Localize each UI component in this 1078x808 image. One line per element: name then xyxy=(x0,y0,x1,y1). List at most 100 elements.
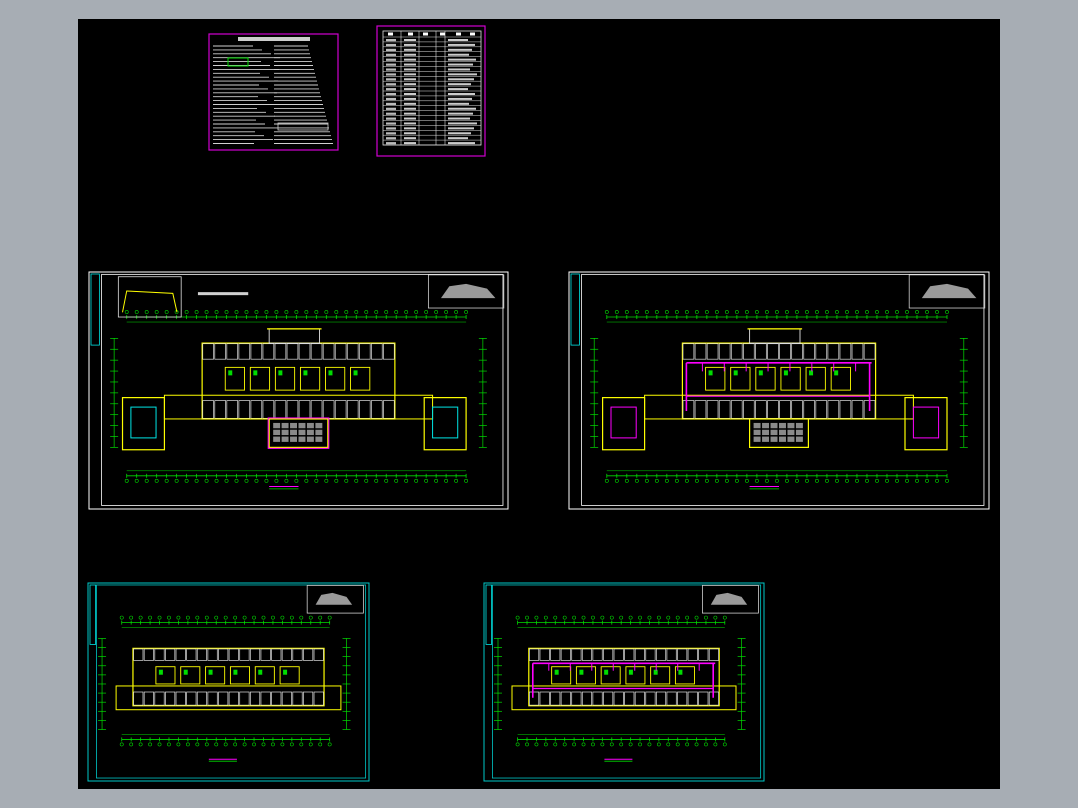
room xyxy=(226,400,239,419)
seat-block xyxy=(273,422,281,429)
grid-bubble xyxy=(274,310,279,314)
grid-bubble xyxy=(628,615,633,620)
room xyxy=(655,648,667,661)
grid-bubble xyxy=(795,478,799,483)
legend-symbol xyxy=(386,102,396,106)
seat-block xyxy=(787,422,795,429)
room xyxy=(154,648,165,661)
legend-text xyxy=(448,97,472,100)
grid-bubble xyxy=(722,742,727,747)
grid-bubble xyxy=(223,742,228,747)
legend-symbol xyxy=(386,63,396,66)
grid-bubble xyxy=(324,478,329,483)
grid-bubble xyxy=(454,310,459,314)
room xyxy=(682,343,695,360)
room xyxy=(592,648,603,661)
room xyxy=(645,648,656,661)
plan-2 xyxy=(568,271,990,510)
room xyxy=(839,400,852,419)
grid-bubble xyxy=(444,310,449,314)
seat-block xyxy=(779,422,786,429)
room xyxy=(634,691,645,706)
building-outline xyxy=(132,647,325,707)
grid-bubble xyxy=(374,310,379,314)
seat-block xyxy=(298,436,306,442)
grid-bubble xyxy=(294,310,299,314)
fixture xyxy=(158,669,163,675)
room xyxy=(371,400,383,419)
room xyxy=(383,400,395,419)
room xyxy=(687,648,698,661)
grid-bubble xyxy=(124,310,129,314)
room xyxy=(767,400,779,419)
room xyxy=(214,343,226,360)
grid-bubble xyxy=(138,615,143,620)
room xyxy=(186,691,197,706)
grid-bubble xyxy=(704,310,709,314)
legend-text xyxy=(404,93,416,95)
pavilion-outer xyxy=(121,397,166,451)
notes-sheet[interactable] xyxy=(208,33,339,151)
grid-bubble xyxy=(154,478,159,483)
fixture xyxy=(579,669,584,675)
room xyxy=(186,648,197,661)
grid-bubble xyxy=(534,742,539,747)
room xyxy=(779,343,791,360)
grid-bubble xyxy=(775,310,779,314)
plan-3 xyxy=(87,582,370,782)
key-plan-icon xyxy=(921,283,977,299)
grid-bubble xyxy=(264,478,269,483)
grid-bubble xyxy=(591,742,595,747)
grid-bubble xyxy=(124,478,129,483)
grid-bubble xyxy=(785,478,789,483)
seat-block xyxy=(281,436,289,442)
room xyxy=(271,691,282,706)
room xyxy=(249,648,261,661)
grid-bubble xyxy=(129,742,134,747)
legend-text xyxy=(448,48,472,51)
room xyxy=(292,691,303,706)
seat-block xyxy=(281,422,289,429)
room xyxy=(214,400,226,419)
room xyxy=(196,648,208,661)
legend-text xyxy=(448,63,473,66)
grid-bubble xyxy=(174,478,179,483)
legend-text xyxy=(448,53,469,56)
building-outline xyxy=(201,342,396,420)
legend-text xyxy=(404,63,416,66)
grid-bubble xyxy=(214,742,219,747)
legend-sheet[interactable] xyxy=(376,25,486,157)
grid-bubble xyxy=(294,478,299,483)
binding-strip xyxy=(570,273,580,346)
room xyxy=(581,691,593,706)
drawing-canvas[interactable] xyxy=(78,19,1000,789)
grid-bubble xyxy=(694,615,699,620)
legend-text xyxy=(448,117,470,120)
grid-bubble xyxy=(855,478,859,483)
building-outline xyxy=(528,647,720,707)
core-room xyxy=(805,366,826,391)
room xyxy=(779,400,791,419)
grid-bubble xyxy=(775,478,779,483)
fixture xyxy=(604,669,609,675)
grid-bubble xyxy=(214,310,219,314)
grid-bubble xyxy=(945,478,949,483)
room xyxy=(718,343,731,360)
core-room xyxy=(674,666,695,685)
legend-text xyxy=(448,122,477,125)
core-room xyxy=(600,666,621,685)
grid-bubble xyxy=(895,478,899,483)
core-room xyxy=(551,666,572,685)
grid-bubble xyxy=(308,615,313,620)
grid-bubble xyxy=(304,310,309,314)
room xyxy=(791,343,803,360)
grid-bubble xyxy=(815,310,819,314)
grid-bubble xyxy=(604,478,609,483)
pavilion-inner xyxy=(610,406,637,439)
room xyxy=(827,400,840,419)
room xyxy=(262,400,275,419)
room xyxy=(218,691,229,706)
core-room xyxy=(755,366,776,391)
room xyxy=(346,400,359,419)
seat-block xyxy=(298,429,306,436)
